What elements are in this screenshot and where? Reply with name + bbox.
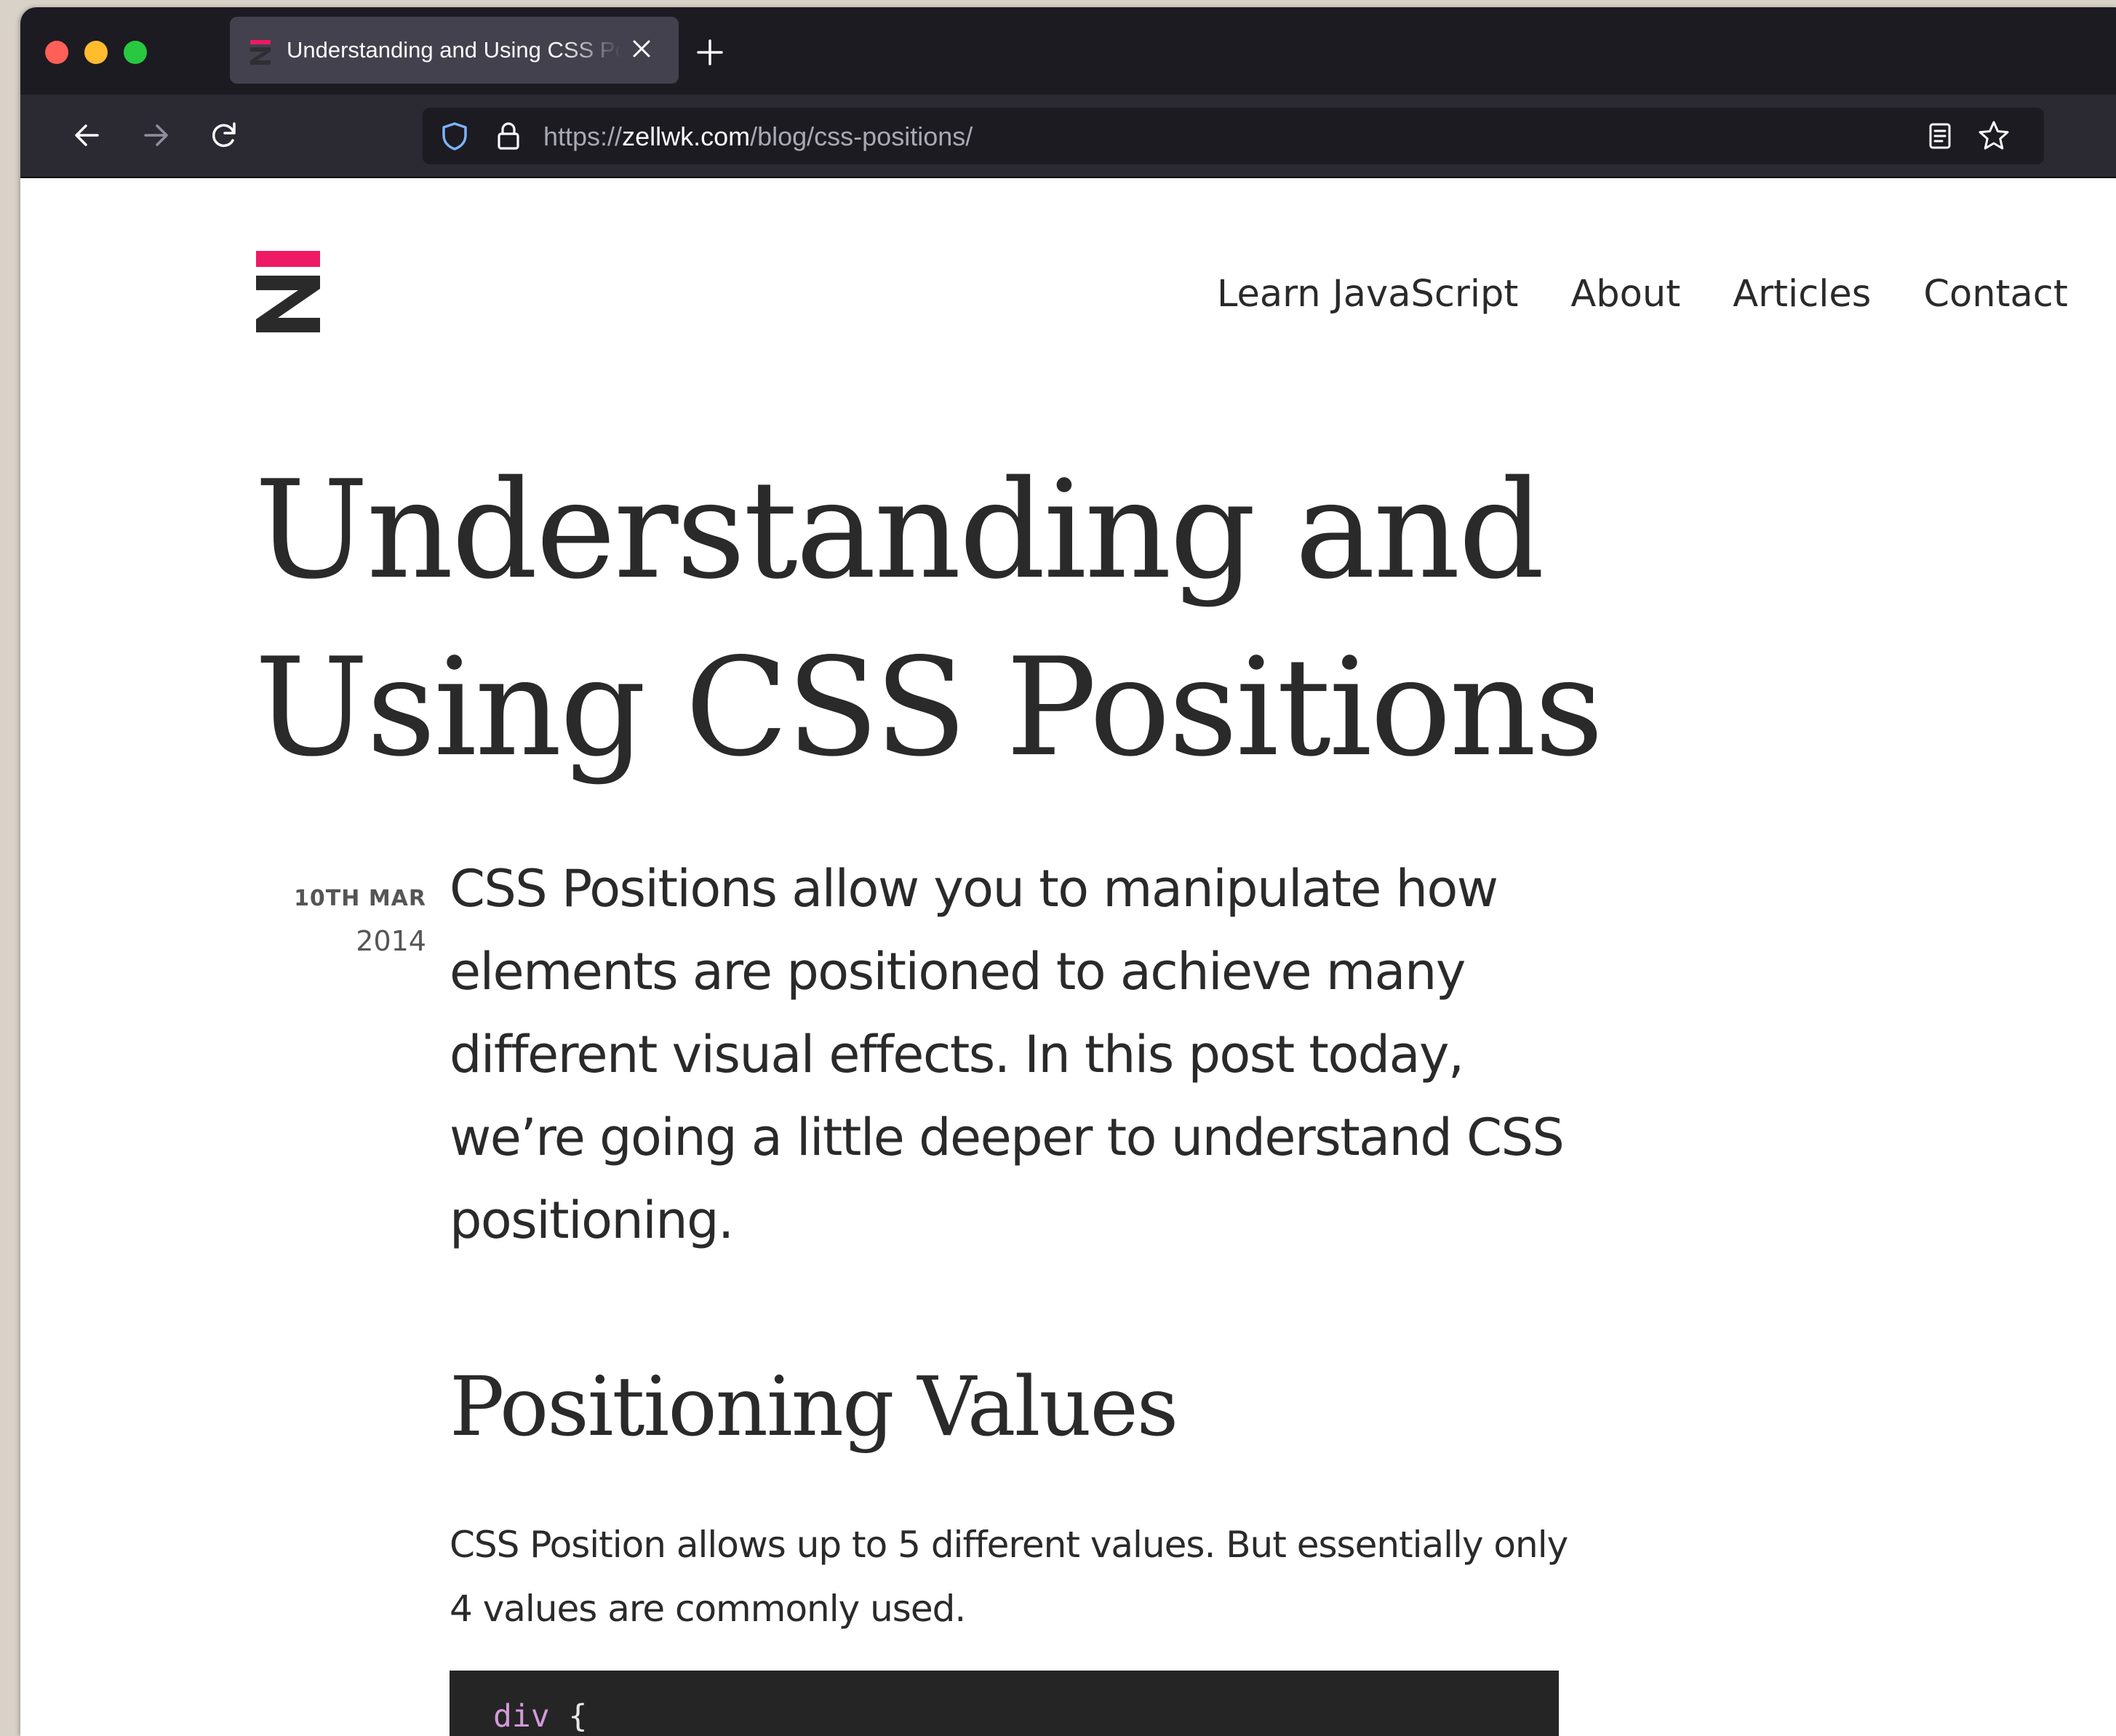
close-icon[interactable]	[627, 34, 656, 63]
article-date-day: 10TH MAR	[294, 886, 426, 911]
favicon-icon	[250, 40, 271, 65]
article-title: Understanding and Using CSS Positions	[255, 451, 1604, 786]
zellwk-z-logo[interactable]	[255, 251, 322, 332]
lock-icon[interactable]	[492, 120, 524, 152]
section-heading: Positioning Values	[450, 1360, 1178, 1455]
nav-link-about[interactable]: About	[1570, 273, 1680, 316]
reload-icon[interactable]	[205, 116, 243, 154]
reader-view-icon[interactable]	[1924, 120, 1956, 152]
url-bar[interactable]: https://zellwk.com/blog/css-positions/	[423, 108, 2044, 164]
minimize-window-button[interactable]	[84, 41, 108, 64]
code-block: div {	[450, 1671, 1559, 1736]
tab-active[interactable]: Understanding and Using CSS Positions	[230, 17, 679, 84]
tracking-shield-icon[interactable]	[439, 120, 471, 152]
browser-window: Understanding and Using CSS Positions	[20, 7, 2116, 1736]
code-brace: {	[549, 1698, 588, 1735]
code-selector: div	[493, 1698, 550, 1735]
plus-icon[interactable]	[694, 36, 726, 68]
zoom-window-button[interactable]	[124, 41, 147, 64]
site-navigation: Learn JavaScriptAboutArticlesContactNe	[1217, 273, 2116, 316]
article-date: 10TH MAR 2014	[255, 878, 426, 962]
arrow-right-icon[interactable]	[137, 116, 175, 154]
nav-link-learn-javascript[interactable]: Learn JavaScript	[1217, 273, 1518, 316]
url-text[interactable]: https://zellwk.com/blog/css-positions/	[543, 121, 973, 152]
code-line: div {	[493, 1698, 587, 1735]
article-paragraph: CSS Position allows up to 5 different va…	[450, 1524, 1568, 1630]
nav-link-articles[interactable]: Articles	[1733, 273, 1871, 316]
tab-strip: Understanding and Using CSS Positions	[20, 7, 2116, 95]
close-window-button[interactable]	[45, 41, 68, 64]
article-lead: CSS Positions allow you to manipulate ho…	[450, 859, 1565, 1250]
web-page: Learn JavaScriptAboutArticlesContactNe U…	[20, 178, 2116, 1736]
nav-link-contact[interactable]: Contact	[1923, 273, 2067, 316]
arrow-left-icon[interactable]	[68, 116, 106, 154]
tab-title: Understanding and Using CSS Positions	[287, 37, 621, 63]
navigation-toolbar: https://zellwk.com/blog/css-positions/	[20, 95, 2116, 178]
bookmark-star-icon[interactable]	[1976, 119, 2011, 153]
article-date-year: 2014	[356, 925, 426, 957]
